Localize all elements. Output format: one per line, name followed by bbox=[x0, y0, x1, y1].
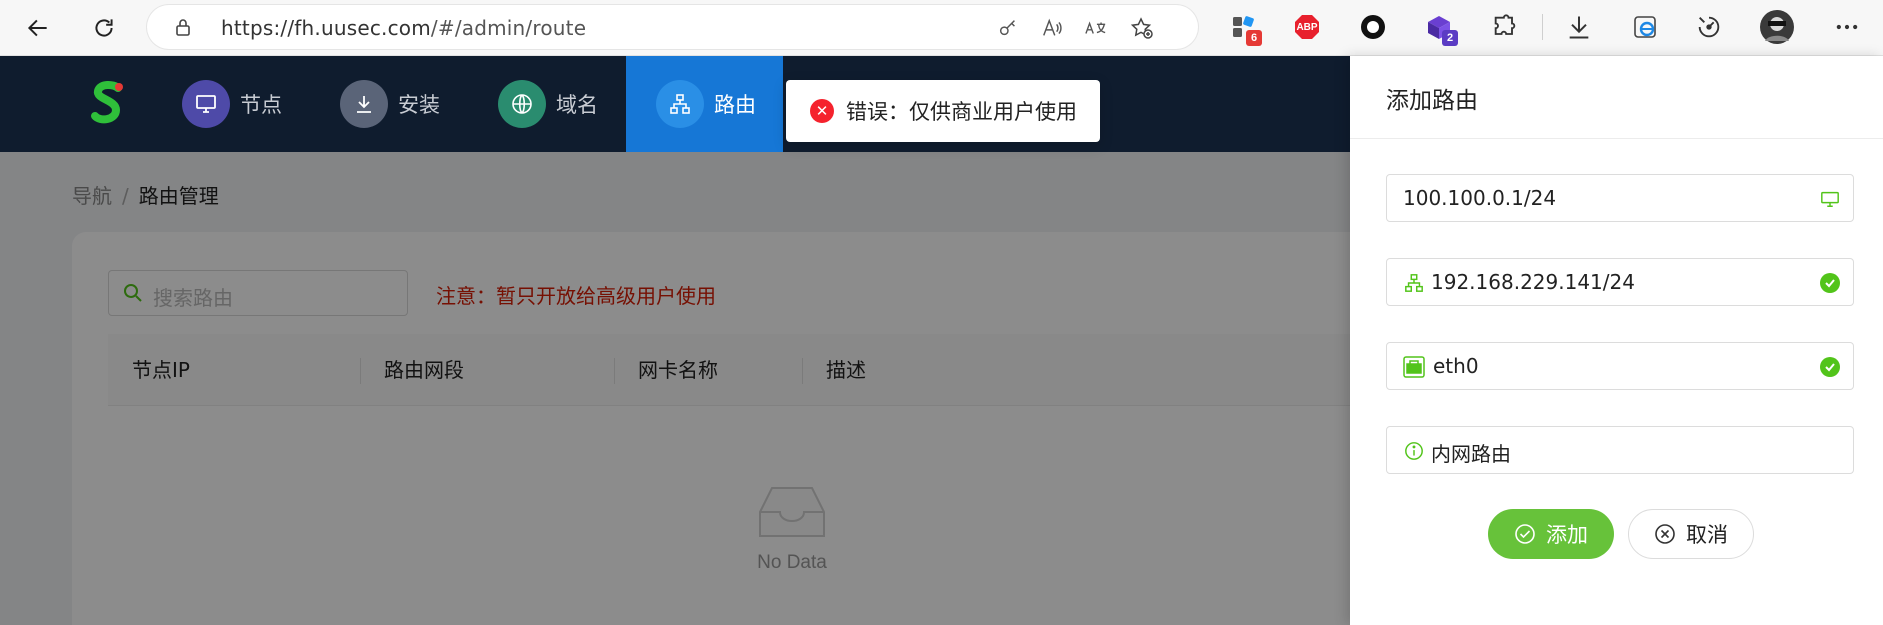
adblock-label: ABP bbox=[1296, 21, 1318, 33]
check-circle-icon bbox=[1515, 524, 1535, 544]
lock-icon[interactable] bbox=[173, 17, 193, 37]
cancel-button[interactable]: 取消 bbox=[1628, 509, 1754, 559]
extension-cube-icon[interactable]: 2 bbox=[1422, 10, 1458, 46]
profile-avatar[interactable] bbox=[1760, 10, 1794, 44]
description-field[interactable]: 内网路由 bbox=[1386, 426, 1854, 474]
download-icon[interactable] bbox=[1562, 10, 1596, 44]
check-icon bbox=[1819, 356, 1841, 378]
monitor-icon bbox=[1819, 188, 1841, 210]
sitemap-icon bbox=[1403, 272, 1425, 294]
nav-item-domains[interactable]: 域名 bbox=[498, 56, 612, 152]
node-ip-value: 100.100.0.1/24 bbox=[1403, 186, 1557, 210]
monitor-icon bbox=[182, 80, 230, 128]
nav-item-nodes[interactable]: 节点 bbox=[182, 56, 296, 152]
download-icon bbox=[340, 80, 388, 128]
record-icon[interactable] bbox=[1356, 10, 1390, 44]
favorite-add-icon[interactable] bbox=[1129, 15, 1155, 41]
info-icon bbox=[1403, 440, 1425, 462]
add-route-drawer: 添加路由 100.100.0.1/24 192.168.229.141/24 e… bbox=[1350, 56, 1883, 625]
subnet-value: 192.168.229.141/24 bbox=[1431, 270, 1635, 294]
read-aloud-icon[interactable] bbox=[1039, 15, 1065, 41]
nav-item-label: 路由 bbox=[714, 93, 756, 117]
add-button[interactable]: 添加 bbox=[1488, 509, 1614, 559]
nav-item-label: 节点 bbox=[240, 93, 282, 117]
collections-badge: 6 bbox=[1246, 30, 1262, 46]
check-icon bbox=[1819, 272, 1841, 294]
extension-badge: 2 bbox=[1442, 30, 1458, 46]
more-menu-icon[interactable] bbox=[1830, 10, 1864, 44]
nav-item-install[interactable]: 安装 bbox=[340, 56, 454, 152]
address-bar[interactable]: https://fh.uusec.com/#/admin/route bbox=[147, 5, 1198, 49]
refresh-icon[interactable] bbox=[86, 10, 122, 46]
nav-item-routes[interactable]: 路由 bbox=[626, 56, 783, 152]
globe-icon bbox=[498, 80, 546, 128]
toolbar-divider bbox=[1542, 14, 1543, 40]
error-icon: ✕ bbox=[810, 99, 834, 123]
add-button-label: 添加 bbox=[1546, 523, 1588, 547]
cancel-button-label: 取消 bbox=[1686, 523, 1728, 547]
interface-field[interactable]: eth0 bbox=[1386, 342, 1854, 390]
description-value: 内网路由 bbox=[1431, 442, 1511, 466]
ie-mode-icon[interactable] bbox=[1628, 10, 1662, 44]
logo bbox=[91, 81, 123, 124]
nav-item-label: 域名 bbox=[556, 93, 598, 117]
modal-overlay[interactable] bbox=[0, 152, 1350, 625]
adblock-icon[interactable]: ABP bbox=[1290, 10, 1324, 44]
interface-value: eth0 bbox=[1433, 354, 1479, 378]
browser-toolbar: https://fh.uusec.com/#/admin/route 6 ABP… bbox=[0, 0, 1883, 56]
error-toast: ✕ 错误：仅供商业用户使用 bbox=[786, 80, 1100, 142]
collections-icon[interactable]: 6 bbox=[1226, 10, 1262, 46]
subnet-field[interactable]: 192.168.229.141/24 bbox=[1386, 258, 1854, 306]
network-card-icon bbox=[1403, 356, 1425, 378]
extensions-puzzle-icon[interactable] bbox=[1488, 10, 1522, 44]
translate-icon[interactable] bbox=[1083, 15, 1109, 41]
key-icon[interactable] bbox=[995, 15, 1021, 41]
drawer-title: 添加路由 bbox=[1386, 88, 1478, 114]
url-text: https://fh.uusec.com/#/admin/route bbox=[221, 16, 587, 40]
performance-icon[interactable] bbox=[1692, 10, 1726, 44]
drawer-divider bbox=[1350, 138, 1883, 139]
toast-message: 错误：仅供商业用户使用 bbox=[846, 100, 1077, 124]
sitemap-icon bbox=[656, 80, 704, 128]
close-circle-icon bbox=[1655, 524, 1675, 544]
back-icon[interactable] bbox=[20, 10, 56, 46]
nav-item-label: 安装 bbox=[398, 93, 440, 117]
node-ip-field[interactable]: 100.100.0.1/24 bbox=[1386, 174, 1854, 222]
